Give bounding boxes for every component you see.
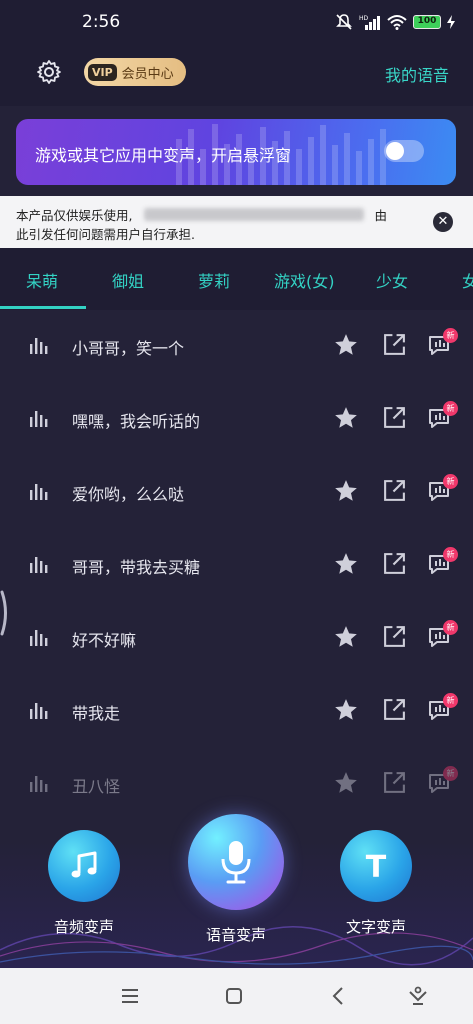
tab-dai-meng[interactable]: 呆萌 (26, 268, 58, 292)
new-badge: 新 (443, 620, 458, 635)
voice-title: 小哥哥，笑一个 (72, 339, 185, 358)
voice-item[interactable]: 嘿嘿，我会听话的 新 (0, 383, 473, 455)
sound-wave-icon (30, 703, 48, 719)
disclaimer-prefix: 本产品仅供娱乐使用, (16, 208, 133, 223)
voice-item[interactable]: 哥哥，带我去买糖 新 (0, 529, 473, 601)
sound-wave-icon (30, 411, 48, 427)
new-badge: 新 (443, 693, 458, 708)
sound-wave-icon (30, 776, 48, 792)
external-link-icon[interactable] (382, 697, 407, 722)
signal-icon: HD (359, 15, 380, 30)
vip-center-label: 会员中心 (121, 66, 174, 82)
sound-wave-icon (30, 338, 48, 354)
star-icon[interactable] (333, 624, 359, 650)
external-link-icon[interactable] (382, 332, 407, 357)
external-link-icon[interactable] (382, 405, 407, 430)
network-badge: HD (359, 15, 369, 22)
tab-more[interactable]: 女 (462, 268, 473, 292)
charging-icon (447, 15, 455, 29)
new-badge: 新 (443, 547, 458, 562)
star-icon[interactable] (333, 478, 359, 504)
external-link-icon[interactable] (382, 478, 407, 503)
vip-center-button[interactable]: VIP 会员中心 (84, 58, 186, 86)
voice-change-button[interactable] (188, 814, 284, 910)
text-voice-change-label: 文字变声 (345, 918, 406, 936)
tab-luo-li[interactable]: 萝莉 (198, 268, 230, 292)
voice-item[interactable]: 爱你哟，么么哒 新 (0, 456, 473, 528)
star-icon[interactable] (333, 770, 359, 796)
new-badge: 新 (443, 766, 458, 781)
audio-voice-change-button[interactable] (48, 830, 120, 902)
gear-icon[interactable] (36, 59, 62, 85)
menu-icon[interactable] (118, 984, 142, 1008)
audio-voice-change-label: 音频变声 (53, 918, 114, 936)
disclaimer-bar: 本产品仅供娱乐使用, 由 此引发任何问题需用户自行承担. ✕ (0, 196, 473, 248)
sound-wave-icon (30, 484, 48, 500)
battery-indicator: 100 (413, 15, 441, 29)
close-icon: ✕ (437, 214, 449, 229)
voice-title: 哥哥，带我去买糖 (72, 558, 201, 577)
back-icon[interactable] (327, 984, 351, 1008)
new-badge: 新 (443, 328, 458, 343)
status-bar: 2:56 HD 100 (0, 0, 473, 46)
category-tabs: 呆萌 御姐 萝莉 游戏(女) 少女 女 (0, 248, 473, 310)
text-icon-letter: T (366, 851, 387, 881)
status-time: 2:56 (82, 12, 121, 32)
voice-title: 带我走 (72, 704, 121, 723)
voice-title: 好不好嘛 (72, 631, 137, 650)
disclaimer-suffix: 由 (374, 208, 387, 223)
edge-handle[interactable] (0, 590, 10, 636)
close-disclaimer-button[interactable]: ✕ (433, 212, 453, 232)
music-note-icon (71, 851, 97, 878)
mute-icon (336, 14, 352, 30)
text-icon: T (366, 851, 387, 881)
voice-item[interactable]: 好不好嘛 新 (0, 602, 473, 674)
voice-title: 丑八怪 (72, 777, 121, 796)
star-icon[interactable] (333, 405, 359, 431)
star-icon[interactable] (333, 332, 359, 358)
text-voice-change-button[interactable]: T (340, 830, 412, 902)
home-square-icon[interactable] (222, 984, 246, 1008)
wifi-icon (387, 15, 407, 30)
voice-list: 小哥哥，笑一个 新 嘿嘿，我会听话的 新 爱你哟，么么哒 新 哥哥，带我去买糖 … (0, 310, 473, 810)
voice-item[interactable]: 带我走 新 (0, 675, 473, 747)
status-icons: HD 100 (335, 13, 455, 31)
tab-yu-jie[interactable]: 御姐 (112, 268, 144, 292)
star-icon[interactable] (333, 697, 359, 723)
app-header: VIP 会员中心 我的语音 (0, 46, 473, 106)
tab-game-female[interactable]: 游戏(女) (274, 268, 335, 292)
sound-wave-icon (30, 630, 48, 646)
system-nav-bar (0, 968, 473, 1024)
new-badge: 新 (443, 401, 458, 416)
voice-change-label: 语音变声 (205, 926, 266, 944)
star-icon[interactable] (333, 551, 359, 577)
voice-item[interactable]: 小哥哥，笑一个 新 (0, 310, 473, 382)
floating-window-banner[interactable]: 游戏或其它应用中变声，开启悬浮窗 (16, 119, 456, 185)
disclaimer-line2: 此引发任何问题需用户自行承担. (16, 227, 195, 242)
active-tab-indicator (0, 306, 86, 309)
floating-window-toggle[interactable] (384, 140, 424, 162)
new-badge: 新 (443, 474, 458, 489)
microphone-icon (221, 841, 251, 884)
banner-text: 游戏或其它应用中变声，开启悬浮窗 (35, 146, 292, 165)
assistant-icon[interactable] (406, 984, 430, 1008)
external-link-icon[interactable] (382, 624, 407, 649)
voice-title: 爱你哟，么么哒 (72, 485, 185, 504)
tab-shao-nv[interactable]: 少女 (376, 268, 408, 292)
my-voice-link[interactable]: 我的语音 (385, 62, 449, 86)
disclaimer-line1: 本产品仅供娱乐使用, 由 (16, 205, 387, 224)
external-link-icon[interactable] (382, 770, 407, 795)
vip-tag: VIP (88, 63, 117, 81)
external-link-icon[interactable] (382, 551, 407, 576)
action-panel: 音频变声 语音变声 T 文字变声 (0, 810, 473, 968)
redacted-text (144, 208, 365, 221)
sound-wave-icon (30, 557, 48, 573)
voice-item[interactable]: 丑八怪 新 (0, 748, 473, 810)
toggle-knob (386, 142, 404, 160)
voice-title: 嘿嘿，我会听话的 (72, 412, 201, 431)
